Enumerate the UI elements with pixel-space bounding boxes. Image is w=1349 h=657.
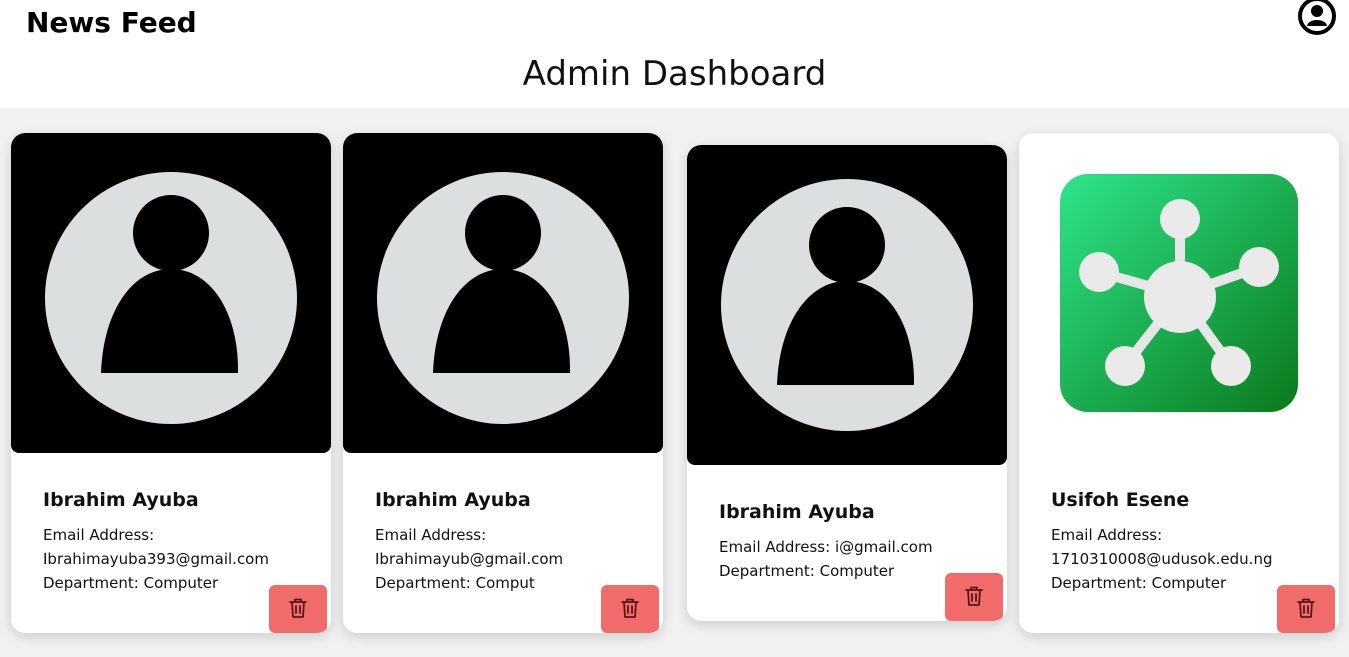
delete-user-button[interactable] (945, 573, 1003, 621)
delete-user-button[interactable] (269, 585, 327, 633)
email-value: Ibrahimayuba393@gmail.com (43, 550, 269, 568)
user-name: Ibrahim Ayuba (719, 501, 875, 523)
network-app-image (1019, 133, 1339, 453)
card-body: Ibrahim Ayuba Email Address: i@gmail.com… (687, 465, 1007, 621)
email-line: Email Address: i@gmail.com (719, 538, 933, 556)
department: Department: Comput (375, 574, 535, 592)
email-value: Ibrahimayub@gmail.com (375, 550, 564, 568)
card-body: Usifoh Esene Email Address: 1710310008@u… (1019, 453, 1339, 633)
brand-title[interactable]: News Feed (26, 6, 197, 39)
page-title: Admin Dashboard (522, 54, 827, 94)
email-label: Email Address: (1051, 526, 1163, 544)
trash-icon (1296, 597, 1316, 622)
default-avatar-image (11, 133, 331, 453)
default-avatar-image (687, 145, 1007, 465)
user-card-grid: Ibrahim Ayuba Email Address: Ibrahimayub… (0, 108, 1349, 657)
default-avatar-image (343, 133, 663, 453)
user-card: Ibrahim Ayuba Email Address: Ibrahimayub… (11, 133, 331, 633)
delete-user-button[interactable] (1277, 585, 1335, 633)
email-label: Email Address: (375, 526, 487, 544)
user-card: Ibrahim Ayuba Email Address: i@gmail.com… (687, 145, 1007, 621)
department: Department: Computer (43, 574, 219, 592)
department: Department: Computer (719, 562, 895, 580)
user-circle-icon[interactable] (1296, 0, 1338, 36)
user-name: Ibrahim Ayuba (43, 489, 199, 511)
trash-icon (288, 597, 308, 622)
user-card: Usifoh Esene Email Address: 1710310008@u… (1019, 133, 1339, 633)
top-bar: News Feed (0, 0, 1349, 48)
user-name: Ibrahim Ayuba (375, 489, 531, 511)
trash-icon (964, 585, 984, 610)
user-name: Usifoh Esene (1051, 489, 1190, 511)
card-body: Ibrahim Ayuba Email Address: Ibrahimayub… (11, 453, 331, 633)
email-value: 1710310008@udusok.edu.ng (1051, 550, 1273, 568)
delete-user-button[interactable] (601, 585, 659, 633)
email-label: Email Address: (43, 526, 155, 544)
trash-icon (620, 597, 640, 622)
department: Department: Computer (1051, 574, 1227, 592)
card-body: Ibrahim Ayuba Email Address: Ibrahimayub… (343, 453, 663, 633)
user-card: Ibrahim Ayuba Email Address: Ibrahimayub… (343, 133, 663, 633)
